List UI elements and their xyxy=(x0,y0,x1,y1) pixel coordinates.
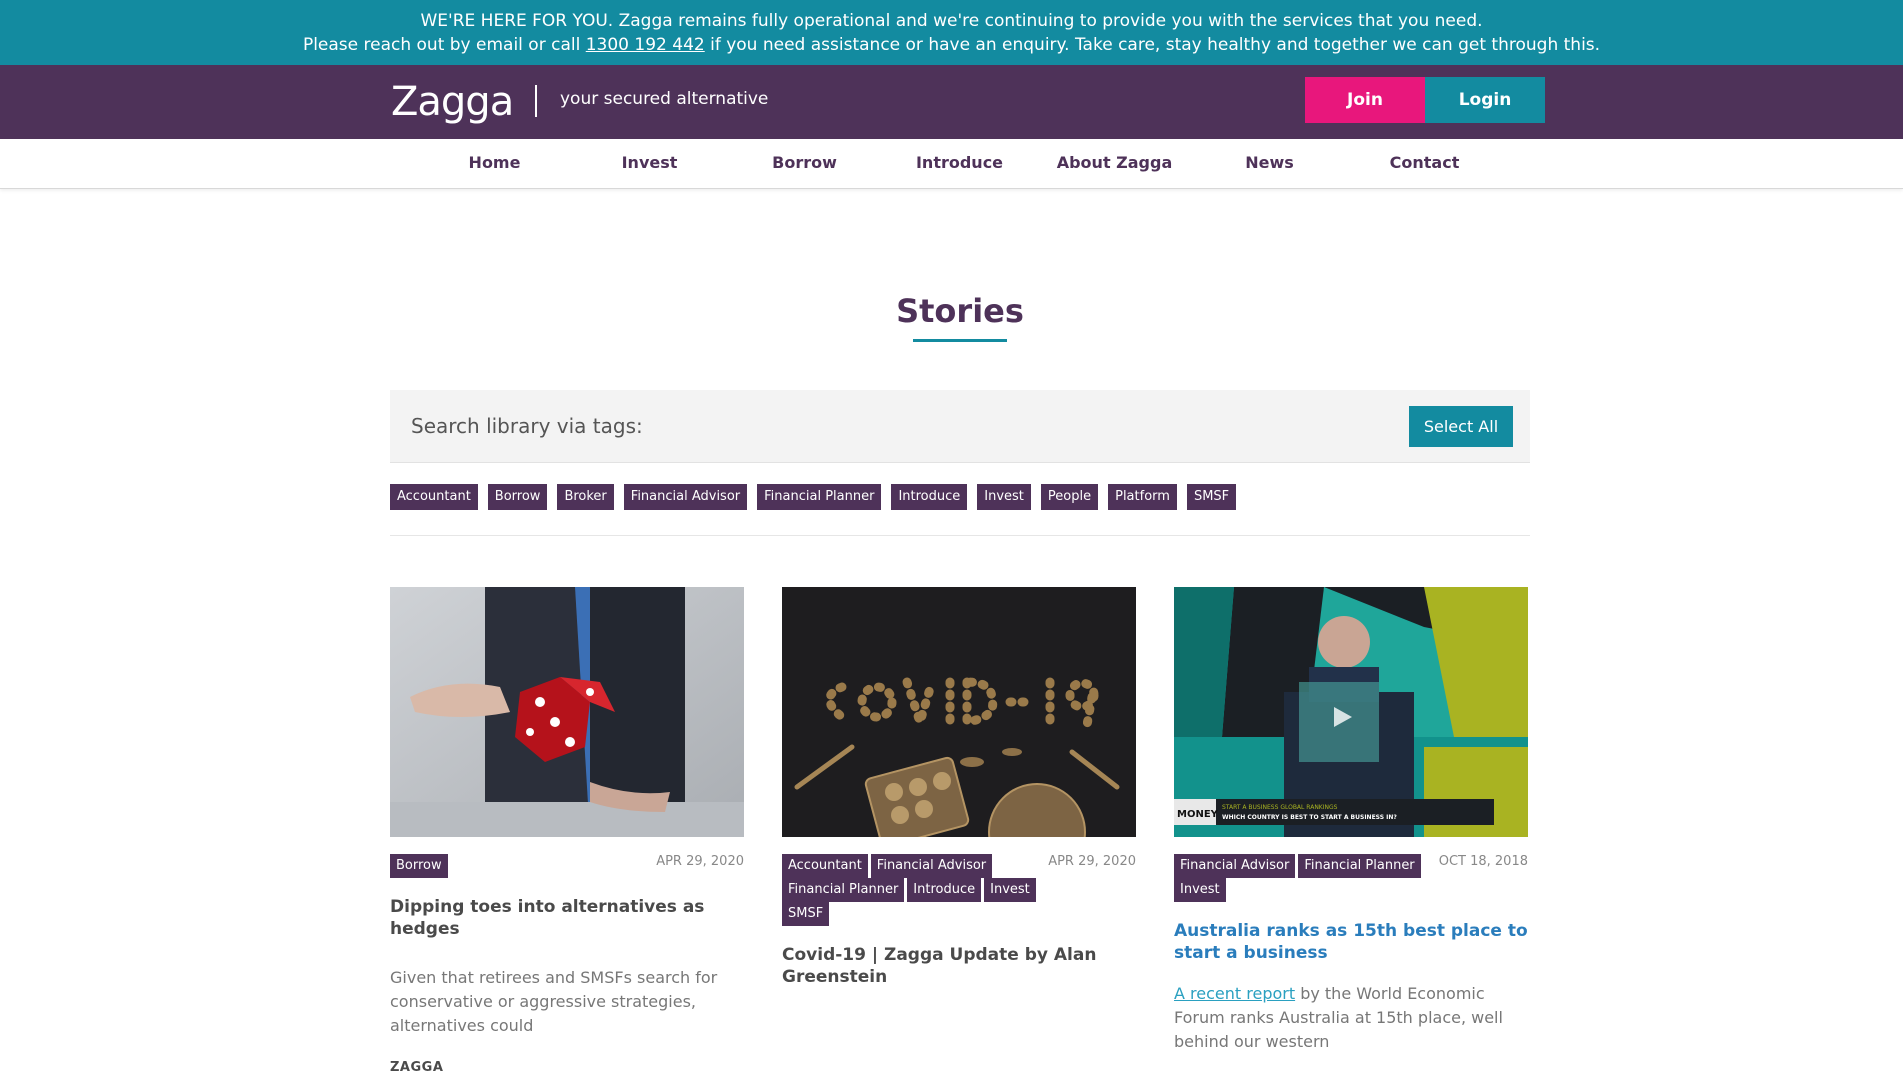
video-logo: MONEY xyxy=(1177,809,1219,820)
select-all-button[interactable]: Select All xyxy=(1409,406,1513,447)
story-tag[interactable]: Financial Advisor xyxy=(870,854,993,878)
story-image-dice[interactable] xyxy=(390,587,744,837)
tag-filter-smsf[interactable]: SMSF xyxy=(1186,484,1237,510)
nav-item-home[interactable]: Home xyxy=(417,153,572,172)
banner-line-1: WE'RE HERE FOR YOU. Zagga remains fully … xyxy=(420,11,1483,31)
banner-text-before: Please reach out by email or call xyxy=(302,35,586,55)
video-caption-top: START A BUSINESS GLOBAL RANKINGS xyxy=(1222,804,1338,811)
banner-line-2: Please reach out by email or call 1300 1… xyxy=(0,33,1903,57)
story-title[interactable]: Australia ranks as 15th best place to st… xyxy=(1174,920,1528,964)
tag-filter-financial-planner[interactable]: Financial Planner xyxy=(757,484,882,510)
story-excerpt: Given that retirees and SMSFs search for… xyxy=(390,968,718,1035)
nav-item-about-zagga[interactable]: About Zagga xyxy=(1037,153,1192,172)
story-tags: Accountant Financial AdvisorFinancial Pla… xyxy=(782,854,1042,926)
story-card: MONEY START A BUSINESS GLOBAL RANKINGS W… xyxy=(1174,587,1528,1054)
video-thumbnail-image: MONEY START A BUSINESS GLOBAL RANKINGS W… xyxy=(1174,587,1528,837)
nav-item-introduce[interactable]: Introduce xyxy=(882,153,1037,172)
announcement-banner: WE'RE HERE FOR YOU. Zagga remains fully … xyxy=(0,0,1903,65)
story-tag[interactable]: Financial Advisor xyxy=(1174,854,1296,878)
login-button[interactable]: Login xyxy=(1425,77,1545,123)
tag-filter-list: Accountant Borrow Broker Financial Advisor F… xyxy=(390,484,1530,512)
logo-divider xyxy=(535,85,537,117)
video-caption-bottom: WHICH COUNTRY IS BEST TO START A BUSINES… xyxy=(1222,814,1397,821)
site-header: Zagga your secured alternative Join Logi… xyxy=(0,65,1903,139)
story-date: APR 29, 2020 xyxy=(1048,854,1136,869)
story-title[interactable]: Dipping toes into alternatives as hedges xyxy=(390,896,744,940)
tag-filter-accountant[interactable]: Accountant xyxy=(390,484,478,510)
story-tag[interactable]: Invest xyxy=(1174,878,1226,902)
nav-item-contact[interactable]: Contact xyxy=(1347,153,1502,172)
page-title: Stories xyxy=(896,292,1024,330)
join-button[interactable]: Join xyxy=(1305,77,1425,123)
tagline: your secured alternative xyxy=(560,89,769,109)
nav-item-borrow[interactable]: Borrow xyxy=(727,153,882,172)
story-tag[interactable]: Borrow xyxy=(390,854,448,878)
story-meta: Accountant Financial AdvisorFinancial Pla… xyxy=(782,854,1136,926)
tag-filter-financial-advisor[interactable]: Financial Advisor xyxy=(623,484,748,510)
story-tag[interactable]: SMSF xyxy=(782,902,830,926)
story-image-video[interactable]: MONEY START A BUSINESS GLOBAL RANKINGS W… xyxy=(1174,587,1528,837)
tag-filter-people[interactable]: People xyxy=(1040,484,1099,510)
nav-item-invest[interactable]: Invest xyxy=(572,153,727,172)
main-nav: Home Invest Borrow Introduce About Zagga… xyxy=(0,139,1903,189)
story-tag[interactable]: Invest xyxy=(984,878,1036,902)
story-meta: Borrow APR 29, 2020 xyxy=(390,854,744,878)
zagga-logo[interactable]: Zagga xyxy=(391,79,514,125)
story-title[interactable]: Covid-19 | Zagga Update by Alan Greenste… xyxy=(782,944,1136,988)
banner-text-after: if you need assistance or have an enquir… xyxy=(704,35,1601,55)
story-tags: Financial Advisor Financial Planner Invest xyxy=(1174,854,1434,902)
dice-image xyxy=(390,587,744,837)
search-label: Search library via tags: xyxy=(411,414,643,438)
story-tags: Borrow xyxy=(390,854,650,878)
tag-filter-borrow[interactable]: Borrow xyxy=(487,484,548,510)
story-tag[interactable]: Accountant xyxy=(782,854,868,878)
covid-image xyxy=(782,587,1136,837)
story-tag[interactable]: Financial Planner xyxy=(1298,854,1421,878)
tag-filter-invest[interactable]: Invest xyxy=(977,484,1031,510)
story-excerpt: A recent report by the World Economic Fo… xyxy=(1174,982,1528,1054)
tag-filter-introduce[interactable]: Introduce xyxy=(891,484,968,510)
story-tag[interactable]: Introduce xyxy=(907,878,982,902)
tag-filter-platform[interactable]: Platform xyxy=(1108,484,1177,510)
story-date: OCT 18, 2018 xyxy=(1438,854,1528,869)
story-author: ZAGGA xyxy=(390,1060,444,1075)
story-card: Borrow APR 29, 2020 Dipping toes into al… xyxy=(390,587,744,1075)
story-image-covid[interactable] xyxy=(782,587,1136,837)
phone-link[interactable]: 1300 192 442 xyxy=(586,35,705,55)
title-underline xyxy=(913,339,1007,342)
story-tag[interactable]: Financial Planner xyxy=(782,878,905,902)
nav-item-news[interactable]: News xyxy=(1192,153,1347,172)
tag-search-panel: Search library via tags: Select All xyxy=(390,390,1530,463)
story-date: APR 29, 2020 xyxy=(656,854,744,869)
tag-filter-broker[interactable]: Broker xyxy=(557,484,614,510)
story-card: Accountant Financial AdvisorFinancial Pla… xyxy=(782,587,1136,988)
section-divider xyxy=(390,535,1530,536)
recent-report-link[interactable]: A recent report xyxy=(1174,984,1295,1003)
story-meta: Financial Advisor Financial Planner Invest… xyxy=(1174,854,1528,902)
